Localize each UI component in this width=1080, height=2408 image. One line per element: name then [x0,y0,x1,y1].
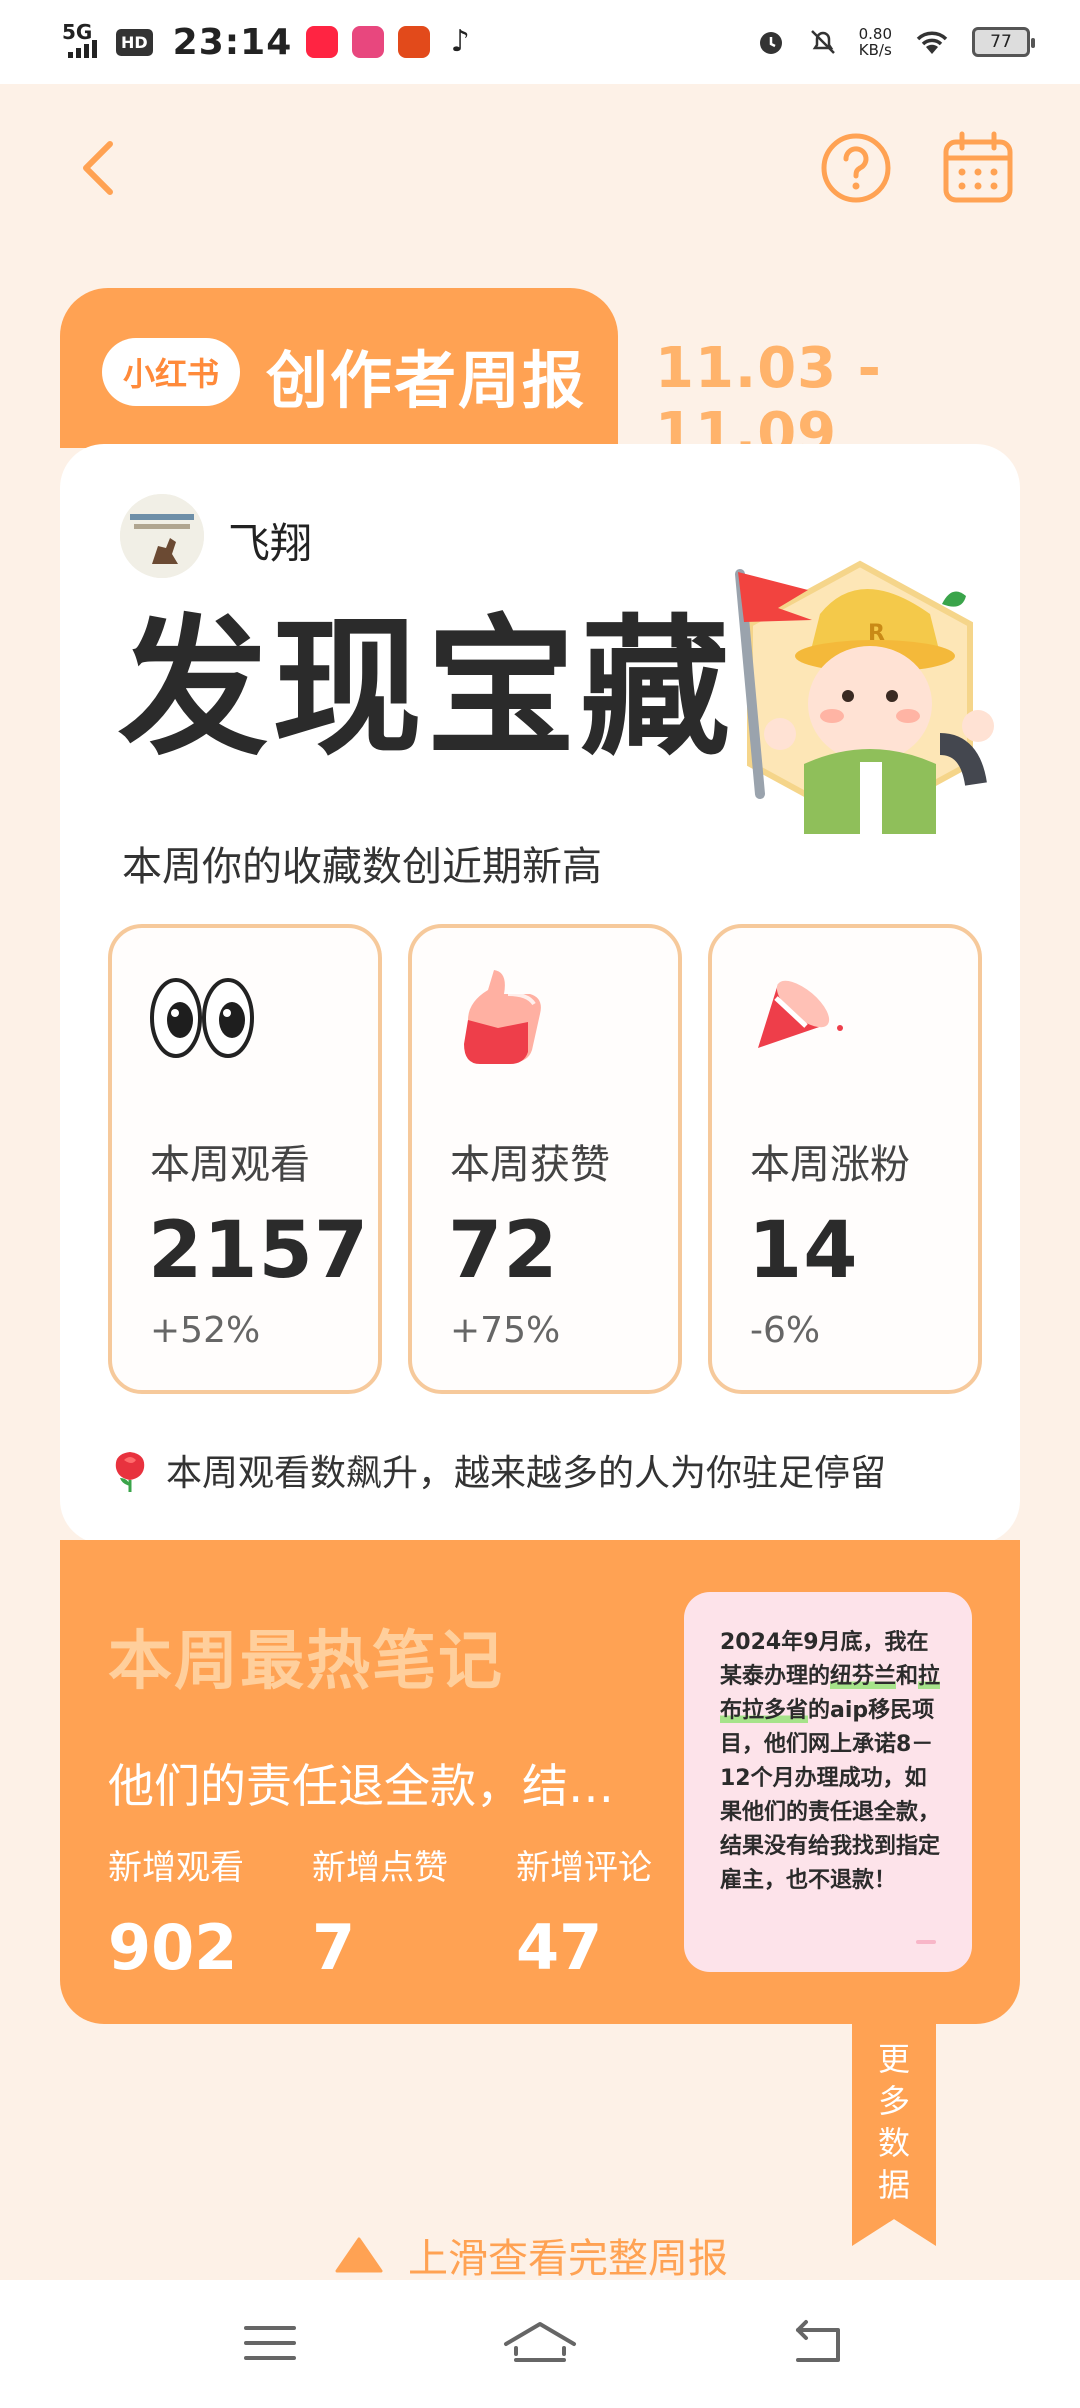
menu-icon[interactable] [240,2318,300,2368]
swipe-hint-text: 上滑查看完整周报 [408,2236,728,2282]
help-icon[interactable] [818,130,894,206]
stat-label: 本周观看 [150,1142,310,1188]
note-preview[interactable]: 2024年9月底，我在某泰办理的纽芬兰和拉布拉多省的aip移民项目，他们网上承诺… [684,1592,972,1972]
back-icon[interactable] [790,2318,850,2368]
rose-icon [115,1452,145,1492]
metric-new-views: 新增观看 902 [108,1848,244,1984]
wifi-icon [916,31,948,54]
summary-footnote: 本周观看数飙升，越来越多的人为你驻足停留 [110,1444,886,1496]
summary-subline: 本周你的收藏数创近期新高 [122,844,602,890]
stat-change: +52% [150,1310,261,1351]
alarm-icon [759,32,782,54]
status-bar: 5G HD 23:14 ♪ 0.80 KB/s 77 [0,0,1080,84]
avatar[interactable] [120,494,204,578]
more-data-button[interactable]: 更 多 数 据 [852,2022,936,2246]
hottest-note-card[interactable]: 本周最热笔记 他们的责任退全款，结… 新增观看 902 新增点赞 7 新增评论 … [60,1540,1020,2024]
stat-change: -6% [750,1310,821,1351]
username: 飞翔 [228,519,313,568]
metric-new-comments: 新增评论 47 [516,1848,652,1984]
home-icon[interactable] [500,2318,580,2368]
stat-value: 2157 [148,1206,370,1296]
svg-text:R: R [868,621,885,646]
avatar-image-icon [120,494,204,578]
xiaohongshu-app-icon [306,26,339,58]
weekly-summary-card: 飞翔 发现宝藏 本周你的收藏数创近期新高 R 本周观看 2157 +52% 本周… [60,444,1020,1544]
stat-value: 72 [448,1206,559,1296]
back-arrow-icon[interactable] [70,136,134,200]
metric-new-likes: 新增点赞 7 [312,1848,448,1984]
stat-label: 本周涨粉 [750,1142,910,1188]
preview-indicator [916,1940,936,1944]
megaphone-icon [758,980,843,1048]
footnote-text: 本周观看数飙升，越来越多的人为你驻足停留 [166,1453,887,1494]
battery-level: 77 [990,32,1012,52]
calendar-icon[interactable] [940,130,1016,206]
cellular-signal-icon: 5G [62,22,102,62]
stat-card-followers[interactable]: 本周涨粉 14 -6% [708,924,982,1394]
brand-logo: 小红书 [102,338,240,406]
thumbs-up-icon [464,970,541,1064]
hd-badge: HD [116,28,153,56]
hot-note-title[interactable]: 他们的责任退全款，结… [108,1750,668,1816]
eyes-icon [150,978,254,1058]
status-time: 23:14 [172,21,293,63]
report-header-tab: 小红书 创作者周报 [60,288,618,448]
tiktok-app-icon: ♪ [450,24,470,59]
stat-value: 14 [748,1206,859,1296]
bilibili-app-icon [352,26,385,58]
top-navigation [0,84,1080,254]
listen-app-icon [398,26,431,58]
mute-bell-icon [810,30,835,54]
battery-icon: 77 [972,27,1035,57]
explorer-mascot-icon: R [735,560,994,834]
triangle-up-icon [335,2237,383,2273]
weekly-stats: 本周观看 2157 +52% 本周获赞 72 +75% 本周涨粉 14 -6% [108,924,982,1394]
system-navigation-bar [0,2280,1080,2408]
hot-note-section-title: 本周最热笔记 [108,1625,504,1699]
stat-label: 本周获赞 [450,1142,610,1188]
network-speed: 0.80 KB/s [858,25,892,59]
stat-card-views[interactable]: 本周观看 2157 +52% [108,924,382,1394]
stat-change: +75% [450,1310,561,1351]
report-title: 创作者周报 [266,344,587,417]
summary-headline: 发现宝藏 [118,602,735,776]
stat-card-likes[interactable]: 本周获赞 72 +75% [408,924,682,1394]
swipe-up-hint[interactable]: 上滑查看完整周报 [334,2226,728,2284]
